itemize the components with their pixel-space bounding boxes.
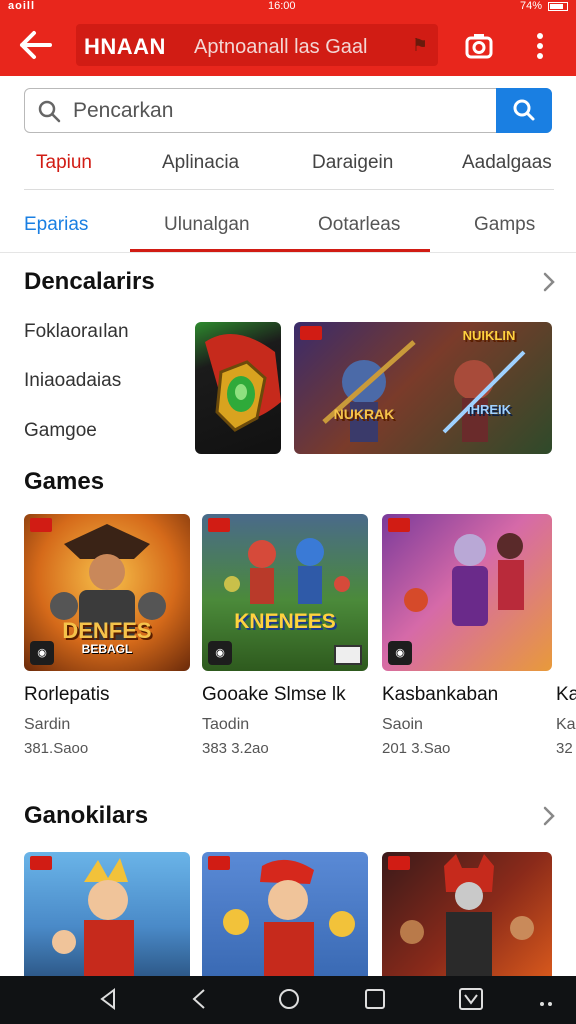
search-magnifier-icon: [37, 99, 61, 123]
game-card-image[interactable]: ◉: [382, 514, 552, 671]
banner-label: IHREIK: [466, 402, 512, 417]
section-title-games: Games: [24, 468, 105, 495]
game-card-meta: 381.Saoo: [24, 740, 89, 757]
divider: [0, 252, 576, 253]
game-card-title[interactable]: Gooake Slmse lk: [202, 684, 346, 706]
banner-label: NUKRAK: [333, 406, 395, 422]
mini-thumb: [334, 645, 362, 665]
nav-square-icon[interactable]: [362, 986, 388, 1012]
game-card-image[interactable]: [24, 852, 190, 976]
game-card-image[interactable]: [382, 852, 552, 976]
category-tab-3[interactable]: Daraigein: [312, 152, 393, 174]
game-card-meta: 201 3.Sao: [382, 740, 451, 757]
tab-1[interactable]: Eparias: [24, 214, 88, 236]
category-row: Tapiun Aplinacia Daraigein Aadalgaas: [0, 140, 576, 190]
chevron-right-icon[interactable]: [540, 804, 558, 828]
game-artwork: [52, 858, 134, 976]
game-card-image[interactable]: KNENEES ◉: [202, 514, 368, 671]
game-card-title[interactable]: Rorlepatis: [24, 684, 110, 706]
game-art-title: KNENEES: [234, 610, 336, 633]
chevron-right-icon[interactable]: [540, 270, 558, 294]
nav-more-icon[interactable]: [534, 986, 560, 1012]
game-artwork: [400, 854, 534, 976]
battery-percent: 74%: [519, 0, 542, 12]
more-vert-icon[interactable]: [530, 31, 550, 61]
game-artwork: [223, 859, 355, 976]
app-title: HNAAN: [84, 34, 166, 59]
featured-banner[interactable]: NUIKLIN NUKRAK IHREIK: [294, 322, 552, 454]
game-card-image[interactable]: [202, 852, 368, 976]
nav-home-icon[interactable]: [276, 986, 302, 1012]
game-card-developer: Taodin: [202, 716, 250, 733]
banner-label: NUIKLIN: [462, 328, 516, 343]
game-card-meta: 32: [556, 740, 573, 757]
game-card-title[interactable]: Kasbankaban: [382, 684, 498, 706]
shield-emblem-icon: [205, 334, 281, 432]
game-card-developer: Sardin: [24, 716, 71, 733]
app-bar: HNAAN Aptnoanall las Gaal ⚑: [0, 14, 576, 76]
battery-icon: [548, 2, 568, 11]
search-bar: [24, 88, 552, 133]
tab-row: Eparias Ulunalgan Ootarleas Gamps: [0, 200, 576, 252]
tab-4[interactable]: Gamps: [474, 214, 535, 236]
nav-check-icon[interactable]: [458, 986, 484, 1012]
game-badge-icon: ◉: [388, 641, 412, 665]
game-card-developer: Ka: [556, 716, 576, 733]
camera-icon[interactable]: [464, 31, 494, 61]
section-title-bottom: Ganokilars: [24, 802, 149, 829]
status-bar: aoill 16:00 74%: [0, 0, 576, 14]
game-card-developer: Saoin: [382, 716, 423, 733]
nav-recent-icon[interactable]: [188, 986, 214, 1012]
divider: [24, 189, 554, 190]
category-tab-1[interactable]: Tapiun: [36, 152, 92, 174]
featured-list-item[interactable]: Gamgoe: [24, 420, 97, 442]
flag-icon: ⚑: [411, 35, 428, 55]
signal-indicator: aoill: [8, 0, 36, 12]
status-time: 16:00: [268, 0, 296, 12]
back-arrow-icon[interactable]: [18, 29, 54, 61]
search-button[interactable]: [496, 88, 552, 133]
nav-back-icon[interactable]: [96, 986, 122, 1012]
system-nav-bar: [0, 976, 576, 1024]
featured-thumbnail[interactable]: [195, 322, 281, 454]
game-card-partial[interactable]: Ka Ka 32: [556, 684, 576, 764]
game-badge-icon: ◉: [30, 641, 54, 665]
tab-2[interactable]: Ulunalgan: [164, 214, 250, 236]
game-card-image[interactable]: DENFES BEBAGL ◉: [24, 514, 190, 671]
section-title-featured: Dencalarirs: [24, 268, 155, 295]
featured-list-item[interactable]: Iniaoadaias: [24, 370, 121, 392]
app-title-bar[interactable]: HNAAN Aptnoanall las Gaal ⚑: [76, 24, 438, 66]
category-tab-2[interactable]: Aplinacia: [162, 152, 239, 174]
category-tab-4[interactable]: Aadalgaas: [462, 152, 552, 174]
game-card-meta: 383 3.2ao: [202, 740, 269, 757]
featured-list-item[interactable]: Foklaoraılan: [24, 321, 129, 343]
search-input[interactable]: [73, 95, 493, 127]
game-badge-icon: ◉: [208, 641, 232, 665]
tab-3[interactable]: Ootarleas: [318, 214, 400, 236]
app-subtitle: Aptnoanall las Gaal: [194, 36, 368, 58]
game-card-title: Ka: [556, 684, 576, 705]
